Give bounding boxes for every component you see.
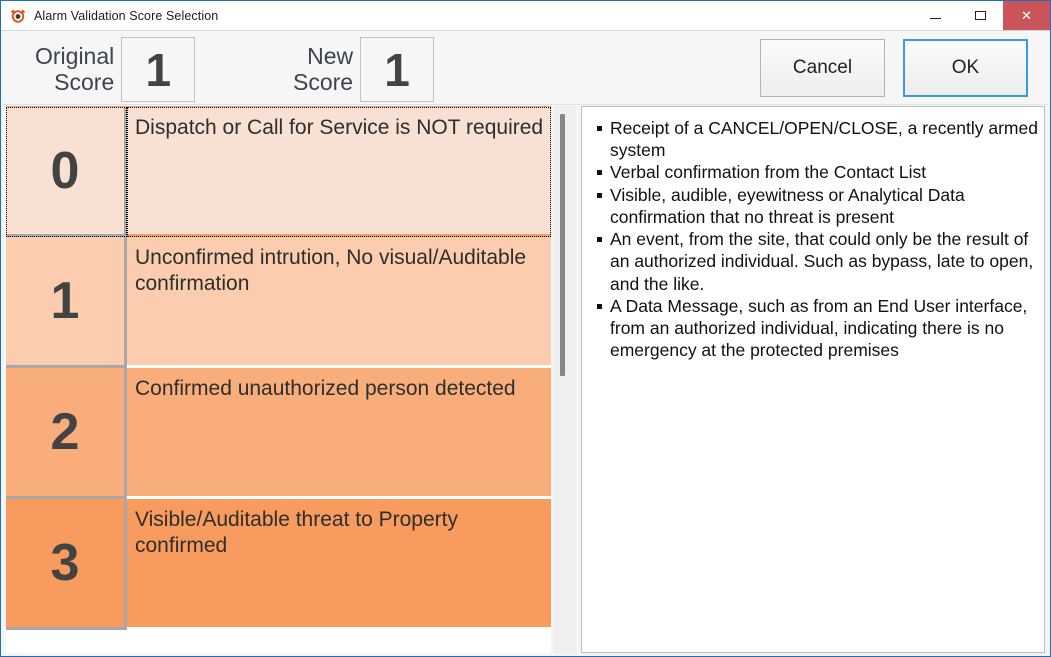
score-row[interactable]: 3 Visible/Auditable threat to Property co… — [6, 499, 551, 630]
score-row-number: 0 — [6, 107, 127, 237]
criteria-list-item: An event, from the site, that could only… — [597, 228, 1038, 295]
new-score-label: New Score — [293, 42, 354, 95]
maximize-icon — [975, 11, 986, 20]
score-row[interactable]: 1 Unconfirmed intrution, No visual/Audita… — [6, 237, 551, 368]
window-controls: ✕ — [913, 1, 1050, 30]
score-row-description: Confirmed unauthorized person detected — [127, 368, 551, 499]
maximize-button[interactable] — [958, 1, 1003, 30]
score-row-number: 2 — [6, 368, 127, 499]
cancel-button[interactable]: Cancel — [760, 39, 885, 97]
dialog-body: 0 Dispatch or Call for Service is NOT req… — [3, 105, 1048, 655]
score-row[interactable]: 2 Confirmed unauthorized person detected — [6, 368, 551, 499]
score-header: Original Score 1 New Score 1 Cancel OK — [3, 31, 1048, 105]
title-bar: Alarm Validation Score Selection ✕ — [1, 1, 1050, 31]
criteria-panel: Receipt of a CANCEL/OPEN/CLOSE, a recent… — [581, 106, 1045, 653]
original-score-value: 1 — [145, 43, 172, 96]
criteria-list-item: Verbal confirmation from the Contact Lis… — [597, 161, 1038, 183]
alarm-target-icon — [10, 8, 26, 24]
score-list-scrollbar[interactable] — [554, 106, 576, 653]
score-row-description: Visible/Auditable threat to Property con… — [127, 499, 551, 630]
criteria-list-item: Visible, audible, eyewitness or Analytic… — [597, 184, 1038, 228]
score-list-scrollbar-thumb[interactable] — [560, 114, 565, 376]
criteria-list: Receipt of a CANCEL/OPEN/CLOSE, a recent… — [582, 107, 1044, 361]
score-row-number: 1 — [6, 237, 127, 368]
original-score-label: Original Score — [35, 42, 115, 95]
alarm-validation-dialog: Alarm Validation Score Selection ✕ Origi… — [0, 0, 1051, 657]
new-score-value: 1 — [384, 43, 410, 96]
dialog-client-area: Original Score 1 New Score 1 Cancel OK 0… — [3, 31, 1048, 655]
criteria-list-item: Receipt of a CANCEL/OPEN/CLOSE, a recent… — [597, 118, 1038, 161]
minimize-icon — [930, 18, 941, 19]
score-row-description: Dispatch or Call for Service is NOT requ… — [127, 107, 551, 237]
close-icon: ✕ — [1021, 8, 1032, 23]
window-title: Alarm Validation Score Selection — [34, 8, 219, 23]
criteria-list-item: A Data Message, such as from an End User… — [597, 295, 1038, 362]
new-score-group: New Score 1 — [293, 37, 435, 102]
new-score-box: 1 — [360, 37, 435, 102]
ok-button[interactable]: OK — [903, 39, 1028, 97]
score-row-number: 3 — [6, 499, 127, 630]
score-row-description: Unconfirmed intrution, No visual/Auditab… — [127, 237, 551, 368]
original-score-box: 1 — [121, 37, 196, 102]
close-button[interactable]: ✕ — [1003, 1, 1050, 30]
original-score-group: Original Score 1 — [35, 37, 196, 102]
minimize-button[interactable] — [913, 1, 958, 30]
score-option-list[interactable]: 0 Dispatch or Call for Service is NOT req… — [6, 106, 551, 653]
score-row[interactable]: 0 Dispatch or Call for Service is NOT req… — [6, 106, 551, 237]
